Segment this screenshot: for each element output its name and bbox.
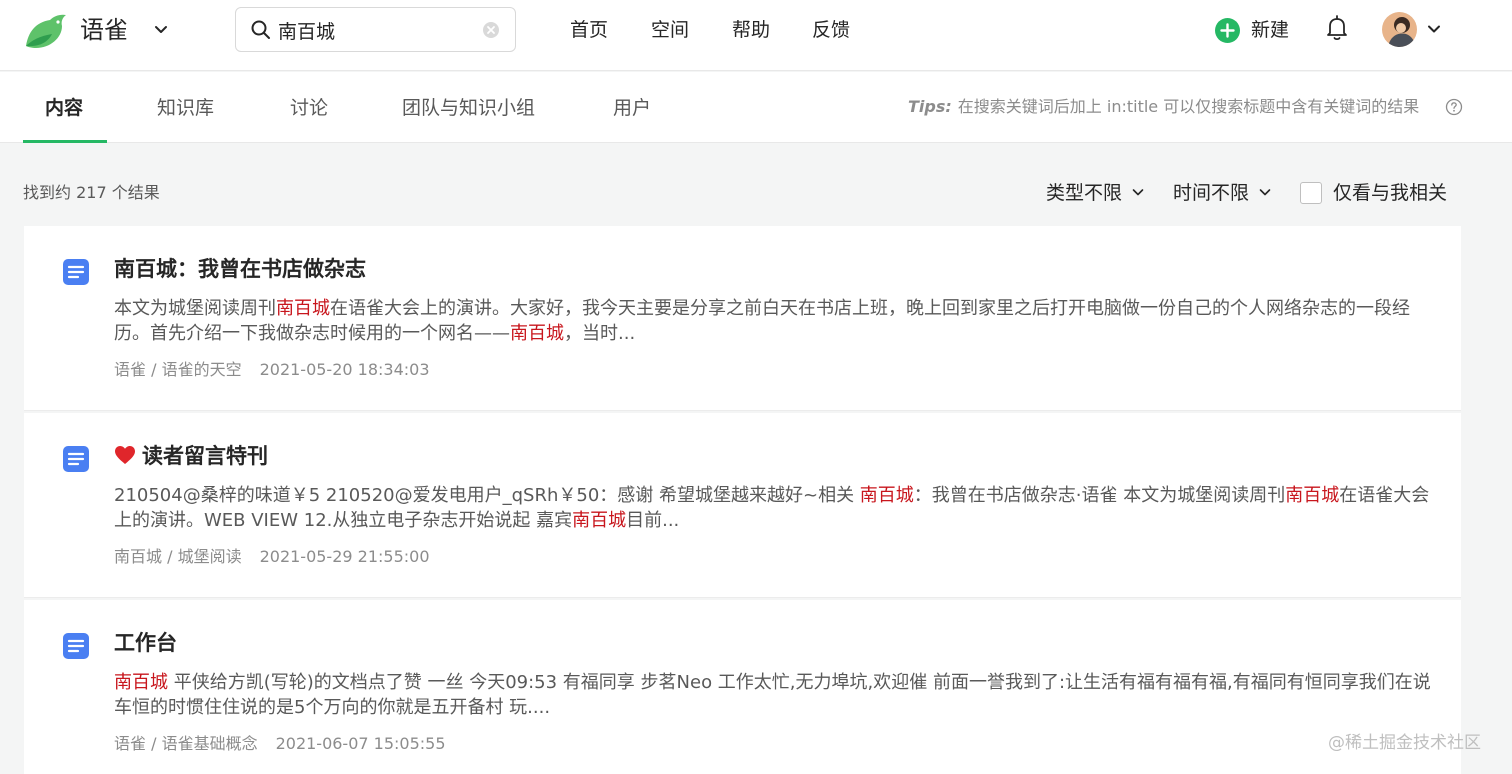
document-icon [63, 446, 89, 472]
type-filter-label: 类型不限 [1046, 182, 1123, 204]
search-icon [251, 20, 270, 39]
result-snippet: 本文为城堡阅读周刊南百城在语雀大会上的演讲。大家好，我今天主要是分享之前白天在书… [114, 296, 1434, 346]
active-tab-indicator [23, 140, 107, 143]
keyword-highlight: 南百城 [859, 485, 914, 506]
avatar[interactable] [1382, 12, 1417, 47]
keyword-highlight: 南百城 [572, 510, 627, 531]
result-time: 2021-05-20 18:34:03 [259, 360, 430, 379]
help-icon[interactable] [1445, 98, 1463, 116]
snippet-text: 平侠给方凯(写轮)的文档点了赞 一丝 今天09:53 有福同享 步茗Neo 工作… [114, 672, 1431, 718]
nav-feedback[interactable]: 反馈 [812, 16, 850, 44]
tips-text: 在搜索关键词后加上 in:title 可以仅搜索标题中含有关键词的结果 [957, 97, 1420, 116]
chevron-down-icon[interactable] [1424, 19, 1444, 39]
bell-icon[interactable] [1325, 14, 1349, 42]
document-icon [63, 259, 89, 285]
brand-name[interactable]: 语雀 [80, 14, 128, 46]
result-path[interactable]: 南百城 / 城堡阅读 [114, 547, 242, 566]
result-meta: 南百城 / 城堡阅读 2021-05-29 21:55:00 [114, 546, 430, 568]
result-time: 2021-05-29 21:55:00 [259, 547, 430, 566]
chevron-down-icon[interactable] [150, 19, 172, 41]
tab-teams-groups[interactable]: 团队与知识小组 [402, 94, 535, 122]
yuque-logo-icon[interactable] [22, 10, 70, 50]
nav-home[interactable]: 首页 [570, 16, 608, 44]
keyword-highlight: 南百城 [510, 323, 564, 344]
search-input[interactable] [278, 14, 468, 46]
only-mine-checkbox[interactable] [1300, 182, 1322, 204]
tips-label: Tips: [908, 97, 952, 116]
document-icon [63, 633, 89, 659]
keyword-highlight: 南百城 [1285, 485, 1340, 506]
tab-discussion[interactable]: 讨论 [290, 94, 328, 122]
result-path[interactable]: 语雀 / 语雀基础概念 [114, 734, 258, 753]
snippet-text: 目前... [626, 510, 680, 531]
result-title-wrap[interactable]: 读者留言特刊 [114, 441, 268, 471]
result-count: 找到约 217 个结果 [23, 183, 160, 202]
heart-icon [115, 446, 135, 464]
tab-users[interactable]: 用户 [613, 94, 651, 122]
search-box[interactable] [235, 7, 516, 52]
keyword-highlight: 南百城 [276, 298, 330, 319]
result-item[interactable]: 读者留言特刊 210504@桑梓的味道￥5 210520@爱发电用户_qSRh￥… [24, 413, 1461, 598]
snippet-text: 210504@桑梓的味道￥5 210520@爱发电用户_qSRh￥50：感谢 希… [114, 485, 860, 506]
result-item[interactable]: 工作台 南百城 平侠给方凯(写轮)的文档点了赞 一丝 今天09:53 有福同享 … [24, 600, 1461, 774]
watermark: @稀土掘金技术社区 [1328, 733, 1481, 753]
result-time: 2021-06-07 15:05:55 [275, 734, 446, 753]
only-mine-label[interactable]: 仅看与我相关 [1333, 180, 1447, 206]
chevron-down-icon [1132, 189, 1144, 196]
snippet-text: 本文为城堡阅读周刊 [114, 298, 276, 319]
tab-knowledge-base[interactable]: 知识库 [157, 94, 214, 122]
result-title[interactable]: 工作台 [114, 628, 177, 658]
chevron-down-icon [1259, 189, 1271, 196]
nav-help[interactable]: 帮助 [732, 16, 770, 44]
snippet-text: ，当时... [564, 323, 636, 344]
time-filter-label: 时间不限 [1173, 182, 1250, 204]
time-filter-dropdown[interactable]: 时间不限 [1173, 180, 1273, 206]
result-title[interactable]: 南百城：我曾在书店做杂志 [114, 254, 366, 284]
result-tabs: 内容 知识库 讨论 团队与知识小组 用户 Tips: 在搜索关键词后加上 in:t… [0, 72, 1512, 143]
nav-space[interactable]: 空间 [651, 16, 689, 44]
snippet-text: ：我曾在书店做杂志·语雀 本文为城堡阅读周刊 [913, 485, 1286, 506]
result-item[interactable]: 南百城：我曾在书店做杂志 本文为城堡阅读周刊南百城在语雀大会上的演讲。大家好，我… [24, 226, 1461, 411]
plus-circle-icon [1215, 18, 1240, 43]
result-path[interactable]: 语雀 / 语雀的天空 [114, 360, 242, 379]
result-title: 读者留言特刊 [142, 444, 268, 468]
keyword-highlight: 南百城 [114, 672, 168, 693]
type-filter-dropdown[interactable]: 类型不限 [1046, 180, 1146, 206]
result-snippet: 南百城 平侠给方凯(写轮)的文档点了赞 一丝 今天09:53 有福同享 步茗Ne… [114, 670, 1434, 720]
result-meta: 语雀 / 语雀的天空 2021-05-20 18:34:03 [114, 359, 430, 381]
search-tips: Tips: 在搜索关键词后加上 in:title 可以仅搜索标题中含有关键词的结果 [908, 96, 1419, 118]
new-button-label: 新建 [1251, 19, 1290, 41]
clear-icon[interactable] [482, 21, 500, 39]
result-snippet: 210504@桑梓的味道￥5 210520@爱发电用户_qSRh￥50：感谢 希… [114, 483, 1434, 533]
tab-content[interactable]: 内容 [45, 94, 83, 122]
avatar-image [1382, 12, 1417, 47]
top-header: 语雀 首页 空间 帮助 反馈 新建 [0, 0, 1512, 71]
result-meta: 语雀 / 语雀基础概念 2021-06-07 15:05:55 [114, 733, 446, 755]
